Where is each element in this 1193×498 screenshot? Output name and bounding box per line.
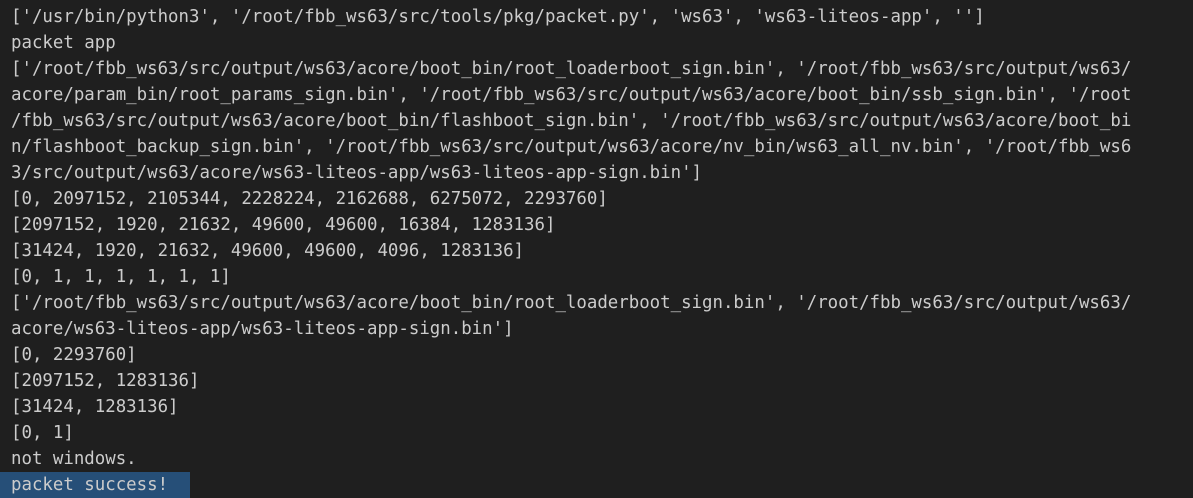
- terminal-output[interactable]: ['/usr/bin/python3', '/root/fbb_ws63/src…: [0, 0, 1193, 498]
- terminal-line: acore/ws63-liteos-app/ws63-liteos-app-si…: [11, 319, 514, 339]
- terminal-line: ['/root/fbb_ws63/src/output/ws63/acore/b…: [11, 293, 1132, 313]
- terminal-line: ['/root/fbb_ws63/src/output/ws63/acore/b…: [11, 59, 1132, 79]
- terminal-line: /fbb_ws63/src/output/ws63/acore/boot_bin…: [11, 111, 1132, 131]
- terminal-line: packet app: [11, 33, 116, 53]
- terminal-line: [0, 1]: [11, 423, 74, 443]
- terminal-line: [31424, 1920, 21632, 49600, 49600, 4096,…: [11, 241, 525, 261]
- terminal-line: 3/src/output/ws63/acore/ws63-liteos-app/…: [11, 163, 703, 183]
- terminal-line: [0, 2097152, 2105344, 2228224, 2162688, …: [11, 189, 608, 209]
- terminal-line: n/flashboot_backup_sign.bin', '/root/fbb…: [11, 137, 1132, 157]
- terminal-line: acore/param_bin/root_params_sign.bin', '…: [11, 85, 1132, 105]
- selected-terminal-line[interactable]: packet success!: [0, 472, 191, 498]
- terminal-line: [2097152, 1920, 21632, 49600, 49600, 163…: [11, 215, 556, 235]
- terminal-line: [31424, 1283136]: [11, 397, 179, 417]
- terminal-line: ['/usr/bin/python3', '/root/fbb_ws63/src…: [11, 7, 985, 27]
- terminal-line: [2097152, 1283136]: [11, 371, 200, 391]
- terminal-line: not windows.: [11, 449, 137, 469]
- terminal-line: [0, 2293760]: [11, 345, 137, 365]
- terminal-line: [0, 1, 1, 1, 1, 1, 1]: [11, 267, 231, 287]
